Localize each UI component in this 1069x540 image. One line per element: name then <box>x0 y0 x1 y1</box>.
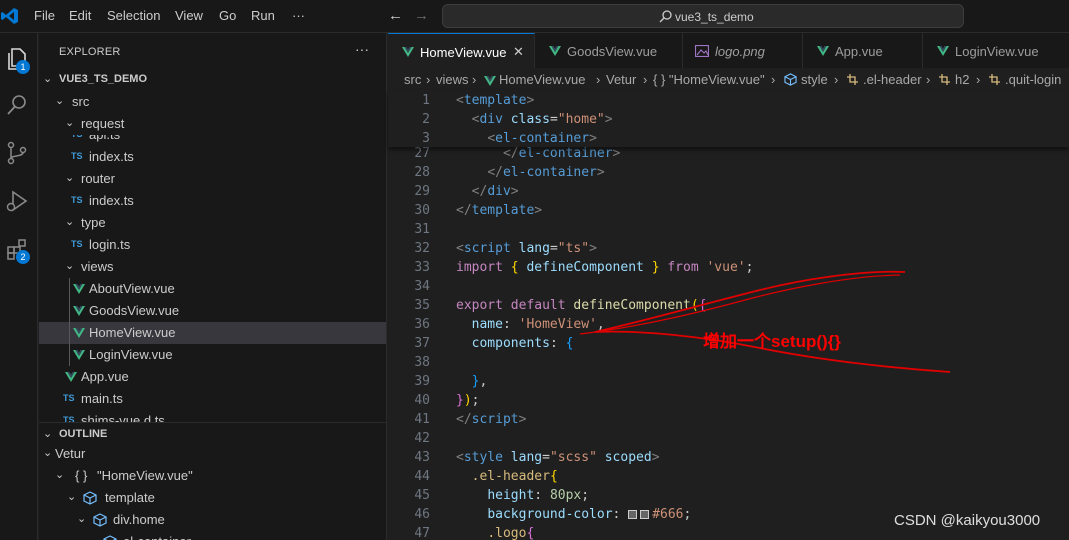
annotation-text: 增加一个setup(){} <box>703 332 841 351</box>
watermark: CSDN @kaikyou3000 <box>894 512 1041 529</box>
annotation-arrow <box>579 270 951 373</box>
